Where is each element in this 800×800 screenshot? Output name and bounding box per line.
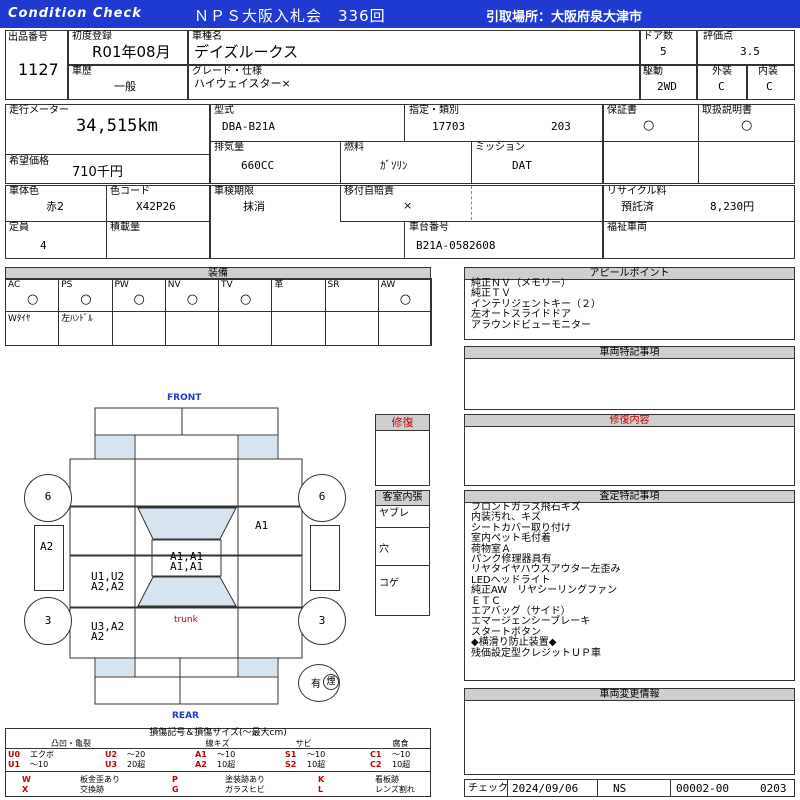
- legend-size: ～10: [217, 750, 236, 759]
- legend-title: 損傷記号＆損傷サイズ(～最大cm): [149, 728, 287, 738]
- smoke-icon: 煙: [323, 674, 339, 690]
- legend-code: A2: [195, 760, 207, 769]
- legend-size: 20超: [127, 760, 146, 769]
- doors-value: 5: [660, 45, 667, 58]
- smoke-label: 有: [311, 679, 321, 690]
- legend-symbol: W: [22, 775, 31, 784]
- legend-group: 腐食: [392, 739, 409, 748]
- exterior-label: 外装: [712, 66, 732, 77]
- glass-svg: [137, 507, 237, 607]
- manual-label: 取扱説明書: [702, 105, 752, 116]
- repair-detail-title: 修復内容: [465, 415, 794, 427]
- left-side-panel: [34, 525, 64, 591]
- legend-group: 凸凹・亀裂: [51, 739, 91, 748]
- legend-symbol-meaning: ガラスヒビ: [225, 785, 265, 794]
- mark-left-rear-2: A2: [91, 630, 105, 643]
- tire-rear-right-value: 3: [318, 614, 326, 627]
- legend-symbol: K: [318, 775, 325, 784]
- warranty-label: 保証書: [607, 105, 637, 116]
- drive-label: 駆動: [643, 66, 663, 77]
- legend-code: U0: [8, 750, 21, 759]
- drive-value: 2WD: [657, 80, 677, 93]
- repair-detail-panel: 修復内容: [464, 414, 795, 486]
- legend-code: C2: [370, 760, 382, 769]
- recycle-status: 預託済: [621, 200, 654, 213]
- legend-symbol: P: [172, 775, 178, 784]
- legend-size: ～20: [127, 750, 146, 759]
- legend-size: 10超: [217, 760, 236, 769]
- mark-left-front: A2: [40, 540, 54, 553]
- legend-code: S1: [285, 750, 297, 759]
- manual-value: ○: [741, 118, 753, 133]
- legend-symbol-meaning: レンズ割れ: [375, 785, 415, 794]
- inspection-notes-text: フロントガラス飛石キズ 内装汚れ、キズ シートカバー取り付け 室内ペット毛付着 …: [471, 502, 621, 659]
- legend-code: C1: [370, 750, 382, 759]
- mark-right-front: A1: [255, 519, 269, 532]
- inspector: NS: [613, 782, 627, 795]
- warranty-value: ○: [643, 118, 655, 133]
- appeal-text: 純正ＮＶ（メモリー） 純正ＴＶ インテリジェントキー（２） 左オートスライドドア…: [471, 278, 601, 331]
- recycle-label: リサイクル料: [607, 186, 667, 197]
- check-date: 2024/09/06: [512, 782, 579, 795]
- warranty-block: [603, 104, 795, 184]
- doors-label: ドア数: [643, 31, 673, 42]
- transmission-label: ミッション: [475, 142, 525, 153]
- mark-roof-2: A1,A1: [170, 560, 204, 573]
- special-panel: 車両特記事項: [464, 346, 795, 410]
- change-info-panel: 車両変更情報: [464, 688, 795, 775]
- designation-value-2: 203: [551, 120, 571, 133]
- legend-symbol: L: [318, 785, 324, 794]
- tire-rear-left-value: 3: [44, 614, 52, 627]
- legend-group: サビ: [295, 739, 312, 748]
- legend-size: 10超: [307, 760, 326, 769]
- trunk-label: trunk: [174, 615, 198, 625]
- tire-front-right-value: 6: [318, 490, 326, 503]
- legend-code: U2: [105, 750, 118, 759]
- legend-size: 10超: [392, 760, 411, 769]
- score-label: 評価点: [703, 31, 733, 42]
- interior-label: 内装: [758, 66, 778, 77]
- transmission-value: DAT: [512, 159, 532, 172]
- inspection-notes-panel: 査定特記事項 フロントガラス飛石キズ 内装汚れ、キズ シートカバー取り付け 室内…: [464, 490, 795, 681]
- exterior-value: C: [718, 80, 725, 93]
- legend-symbol: G: [172, 785, 179, 794]
- legend-symbol: X: [22, 785, 29, 794]
- mark-left-mid-2: A2,A2: [91, 580, 125, 593]
- legend-size: ～10: [307, 750, 326, 759]
- legend-size: エクボ: [30, 750, 54, 759]
- welfare-label: 福祉車両: [607, 222, 647, 233]
- code-1: 00002-00: [676, 782, 729, 795]
- check-label: チェック: [468, 783, 508, 794]
- recycle-amount: 8,230円: [710, 200, 755, 213]
- legend-symbol-meaning: 塗装跡あり: [225, 775, 265, 784]
- tire-front-left-value: 6: [44, 490, 52, 503]
- legend-symbol-meaning: 交換跡: [80, 785, 104, 794]
- legend-group: 線キズ: [205, 739, 230, 748]
- score-value: 3.5: [740, 45, 760, 58]
- legend-size: ～10: [392, 750, 411, 759]
- special-title: 車両特記事項: [465, 347, 794, 359]
- legend-symbol-meaning: 板金歪あり: [80, 775, 120, 784]
- legend-size: ～10: [30, 760, 49, 769]
- legend-code: A1: [195, 750, 207, 759]
- legend-code: U1: [8, 760, 21, 769]
- right-side-panel: [310, 525, 340, 591]
- legend-code: U3: [105, 760, 118, 769]
- legend-symbol-meaning: 看板跡: [375, 775, 399, 784]
- code-2: 0203: [760, 782, 787, 795]
- change-info-title: 車両変更情報: [465, 689, 794, 701]
- legend-code: S2: [285, 760, 297, 769]
- appeal-panel: アピールポイント 純正ＮＶ（メモリー） 純正ＴＶ インテリジェントキー（２） 左…: [464, 267, 795, 340]
- interior-value: C: [766, 80, 773, 93]
- pickup-location: 引取場所：大阪府泉大津市: [486, 10, 643, 25]
